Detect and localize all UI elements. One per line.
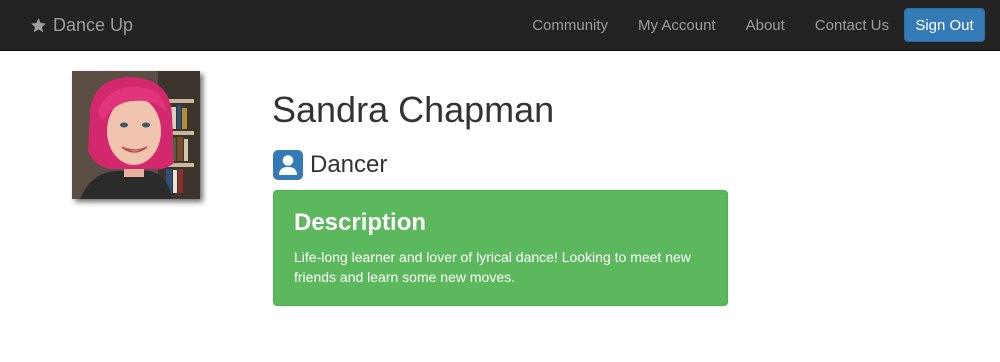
description-panel: Description Life-long learner and lover … <box>273 190 728 306</box>
user-icon <box>273 150 303 180</box>
nav-links: Community My Account About Contact Us <box>517 0 904 50</box>
nav-link-contact-us[interactable]: Contact Us <box>800 17 904 34</box>
profile-avatar <box>72 71 200 199</box>
description-text: Life-long learner and lover of lyrical d… <box>294 249 691 285</box>
brand-label: Dance Up <box>53 14 134 35</box>
sign-out-button[interactable]: Sign Out <box>904 8 985 42</box>
nav-link-my-account[interactable]: My Account <box>623 17 731 34</box>
profile-role: Dancer <box>273 149 387 181</box>
role-label: Dancer <box>310 151 388 178</box>
navbar: Dance Up Community My Account About Cont… <box>0 0 1000 51</box>
nav-link-community[interactable]: Community <box>517 17 623 34</box>
nav-link-about[interactable]: About <box>731 17 800 34</box>
star-icon <box>30 17 47 34</box>
description-title: Description <box>294 209 427 236</box>
profile-name: Sandra Chapman <box>272 89 555 130</box>
brand-link[interactable]: Dance Up <box>30 0 133 50</box>
